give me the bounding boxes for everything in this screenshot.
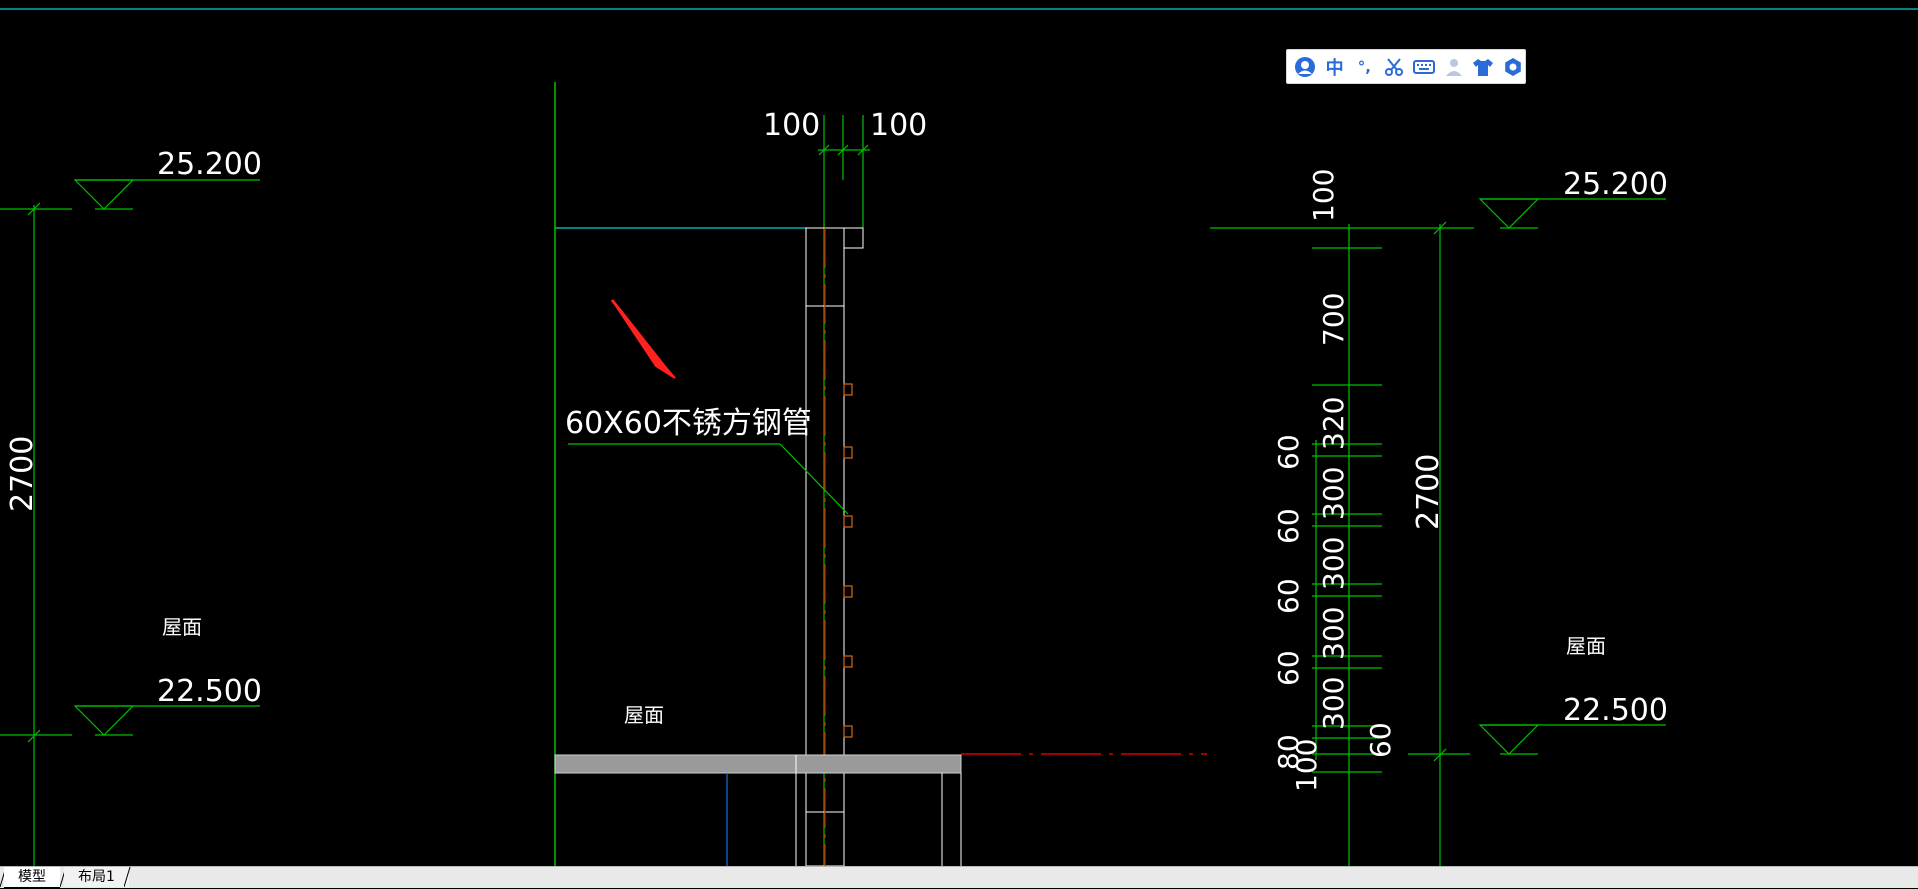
roof-label-left: 屋面	[162, 615, 202, 639]
tab-slant-right	[124, 867, 131, 887]
inner-dim-300-d: 300	[1317, 677, 1350, 730]
inner-dim-100: 100	[1307, 169, 1340, 222]
side-dim-60-c: 60	[1272, 578, 1305, 614]
drawing-canvas[interactable]: 25.200 2700 屋面 22.500 100 100 60X60不锈方钢管…	[0, 0, 1918, 866]
roof-label-right: 屋面	[1566, 634, 1606, 658]
side-dim-60-d: 60	[1272, 650, 1305, 686]
side-dim-60-a: 60	[1272, 434, 1305, 470]
ime-settings-icon[interactable]	[1501, 55, 1525, 79]
ime-toolbar[interactable]: 中 °,	[1286, 49, 1526, 84]
left-elevation-section: 25.200 2700 屋面 22.500	[0, 147, 262, 866]
inner-dim-300-a: 300	[1317, 467, 1350, 520]
railing-material-annotation: 60X60不锈方钢管	[565, 406, 812, 441]
level-label-top-right: 25.200	[1563, 167, 1668, 202]
right-elevation-section: 25.200 2700 100 700 320 300 300 300 300 …	[1210, 167, 1668, 866]
middle-railing-section: 100 100 60X60不锈方钢管 屋面	[554, 82, 1207, 866]
inner-dim-60: 60	[1364, 722, 1397, 758]
inner-dim-700: 700	[1317, 293, 1350, 346]
tab-layout1[interactable]: 布局1	[64, 867, 129, 887]
level-label-bottom: 22.500	[157, 674, 262, 709]
ime-skin-icon[interactable]	[1472, 55, 1496, 79]
level-label-bottom-right: 22.500	[1563, 693, 1668, 728]
ime-keyboard-icon[interactable]	[1412, 55, 1436, 79]
ime-punctuation-button[interactable]: °,	[1353, 55, 1377, 79]
inner-dim-300-c: 300	[1317, 607, 1350, 660]
dim-left-100: 100	[763, 108, 820, 143]
right-total-dim: 2700	[1411, 454, 1446, 530]
inner-dim-320: 320	[1317, 397, 1350, 450]
ime-user-icon[interactable]	[1442, 55, 1466, 79]
ime-avatar-icon[interactable]	[1293, 55, 1317, 79]
roof-label-middle: 屋面	[624, 703, 664, 727]
left-height-dim: 2700	[5, 436, 40, 512]
dim-right-100: 100	[870, 108, 927, 143]
inner-dim-300-b: 300	[1317, 537, 1350, 590]
tab-model[interactable]: 模型	[4, 867, 60, 889]
side-dim-60-b: 60	[1272, 508, 1305, 544]
side-dim-80: 80	[1272, 734, 1305, 770]
layout-tab-bar: 模型 布局1	[0, 866, 1918, 889]
level-label-top: 25.200	[157, 147, 262, 182]
ime-scissors-icon[interactable]	[1382, 55, 1406, 79]
ime-chinese-button[interactable]: 中	[1323, 55, 1347, 79]
